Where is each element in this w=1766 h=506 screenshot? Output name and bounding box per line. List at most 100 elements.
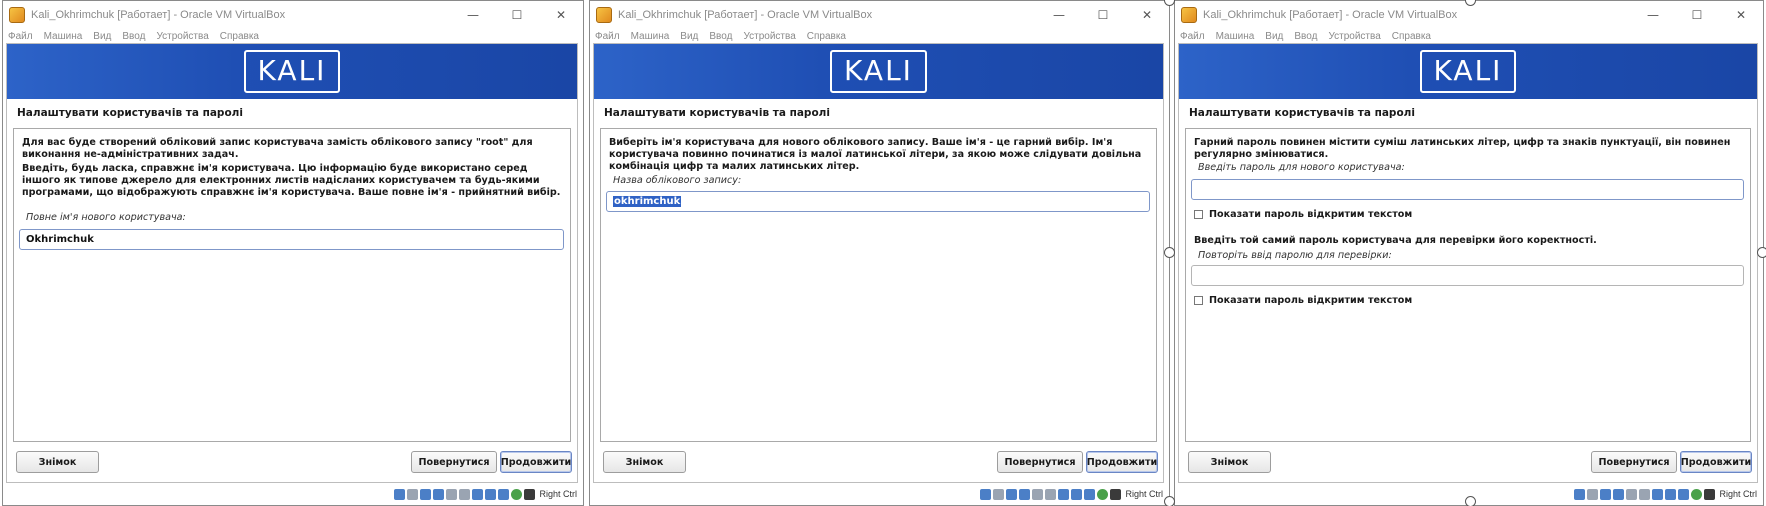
username-selected-text: okhrimchuk — [613, 196, 682, 207]
continue-button[interactable]: Продовжити — [500, 451, 572, 473]
menu-view[interactable]: Вид — [680, 31, 698, 42]
usb-icon[interactable] — [446, 488, 458, 500]
window-title: Kali_Okhrimchuk [Работает] - Oracle VM V… — [31, 9, 286, 21]
shared-folders-icon[interactable] — [459, 488, 471, 500]
hard-disk-icon[interactable] — [394, 488, 406, 500]
display-icon[interactable] — [1058, 488, 1070, 500]
maximize-icon[interactable]: ☐ — [1081, 8, 1125, 22]
guest-additions-icon[interactable] — [1691, 488, 1703, 500]
display-icon[interactable] — [1652, 488, 1664, 500]
back-button[interactable]: Повернутися — [1591, 451, 1677, 473]
hard-disk-icon[interactable] — [1574, 488, 1586, 500]
menu-devices[interactable]: Устройства — [743, 31, 795, 42]
show-password-checkbox-2[interactable]: Показати пароль відкритим текстом — [1194, 295, 1412, 306]
window-titlebar[interactable]: Kali_Okhrimchuk [Работает] - Oracle VM V… — [590, 1, 1169, 29]
mouse-integration-icon[interactable] — [524, 488, 536, 500]
show-password-label-2: Показати пароль відкритим текстом — [1209, 295, 1413, 306]
menu-help[interactable]: Справка — [807, 31, 846, 42]
network-icon[interactable] — [1613, 488, 1625, 500]
maximize-icon[interactable]: ☐ — [495, 8, 539, 22]
screenshot-button[interactable]: Знімок — [603, 451, 686, 473]
continue-button[interactable]: Продовжити — [1086, 451, 1158, 473]
resize-handle[interactable] — [1164, 496, 1175, 506]
mouse-integration-icon[interactable] — [1704, 488, 1716, 500]
username-input[interactable]: okhrimchuk — [606, 191, 1150, 212]
checkbox-icon[interactable] — [1194, 210, 1203, 219]
optical-drive-icon[interactable] — [993, 488, 1005, 500]
menu-help[interactable]: Справка — [1392, 31, 1431, 42]
guest-additions-icon[interactable] — [1097, 488, 1109, 500]
password-input[interactable] — [1191, 179, 1744, 200]
close-icon[interactable]: ✕ — [539, 8, 583, 22]
virtualbox-window-2: Kali_Okhrimchuk [Работает] - Oracle VM V… — [589, 0, 1170, 506]
menu-machine[interactable]: Машина — [1216, 31, 1255, 42]
audio-icon[interactable] — [1006, 488, 1018, 500]
username-description: Виберіть ім'я користувача для нового обл… — [609, 137, 1142, 172]
menu-view[interactable]: Вид — [93, 31, 111, 42]
back-button[interactable]: Повернутися — [411, 451, 497, 473]
checkbox-icon[interactable] — [1194, 296, 1203, 305]
shared-folders-icon[interactable] — [1045, 488, 1057, 500]
password-label: Введіть пароль для нового користувача: — [1198, 162, 1405, 173]
confirm-password-input[interactable] — [1191, 265, 1744, 286]
cpu-icon[interactable] — [1678, 488, 1690, 500]
vm-screen: KALI Налаштувати користувачів та паролі … — [6, 43, 578, 483]
maximize-icon[interactable]: ☐ — [1675, 8, 1719, 22]
optical-drive-icon[interactable] — [1587, 488, 1599, 500]
minimize-icon[interactable]: — — [451, 8, 495, 22]
resize-handle[interactable] — [1164, 247, 1175, 258]
close-icon[interactable]: ✕ — [1125, 8, 1169, 22]
show-password-checkbox-1[interactable]: Показати пароль відкритим текстом — [1194, 209, 1412, 220]
display-icon[interactable] — [472, 488, 484, 500]
window-controls: — ☐ ✕ — [1631, 1, 1763, 29]
status-bar: Right Ctrl — [3, 483, 583, 505]
cpu-icon[interactable] — [498, 488, 510, 500]
menu-input[interactable]: Ввод — [122, 31, 145, 42]
window-controls: — ☐ ✕ — [451, 1, 583, 29]
menu-help[interactable]: Справка — [220, 31, 259, 42]
video-capture-icon[interactable] — [1071, 488, 1083, 500]
network-icon[interactable] — [433, 488, 445, 500]
continue-button[interactable]: Продовжити — [1680, 451, 1752, 473]
video-capture-icon[interactable] — [1665, 488, 1677, 500]
step-title: Налаштувати користувачів та паролі — [17, 107, 243, 119]
audio-icon[interactable] — [1600, 488, 1612, 500]
video-capture-icon[interactable] — [485, 488, 497, 500]
menu-file[interactable]: Файл — [595, 31, 620, 42]
guest-additions-icon[interactable] — [511, 488, 523, 500]
kali-banner: KALI — [1179, 44, 1757, 99]
minimize-icon[interactable]: — — [1631, 8, 1675, 22]
screenshot-button[interactable]: Знімок — [1188, 451, 1271, 473]
shared-folders-icon[interactable] — [1639, 488, 1651, 500]
menu-input[interactable]: Ввод — [709, 31, 732, 42]
close-icon[interactable]: ✕ — [1719, 8, 1763, 22]
window-titlebar[interactable]: Kali_Okhrimchuk [Работает] - Oracle VM V… — [3, 1, 583, 29]
menu-view[interactable]: Вид — [1265, 31, 1283, 42]
menu-machine[interactable]: Машина — [44, 31, 83, 42]
cpu-icon[interactable] — [1084, 488, 1096, 500]
menu-devices[interactable]: Устройства — [1328, 31, 1380, 42]
menu-file[interactable]: Файл — [8, 31, 33, 42]
full-name-input[interactable]: Okhrimchuk — [19, 229, 564, 250]
resize-handle[interactable] — [1757, 247, 1766, 258]
menu-devices[interactable]: Устройства — [156, 31, 208, 42]
step-title: Налаштувати користувачів та паролі — [604, 107, 830, 119]
confirm-password-label: Повторіть ввід паролю для перевірки: — [1198, 250, 1392, 261]
status-bar: Right Ctrl — [590, 483, 1169, 505]
usb-icon[interactable] — [1032, 488, 1044, 500]
back-button[interactable]: Повернутися — [997, 451, 1083, 473]
screenshot-button[interactable]: Знімок — [16, 451, 99, 473]
usb-icon[interactable] — [1626, 488, 1638, 500]
mouse-integration-icon[interactable] — [1110, 488, 1122, 500]
menu-machine[interactable]: Машина — [631, 31, 670, 42]
minimize-icon[interactable]: — — [1037, 8, 1081, 22]
audio-icon[interactable] — [420, 488, 432, 500]
show-password-label-1: Показати пароль відкритим текстом — [1209, 209, 1413, 220]
optical-drive-icon[interactable] — [407, 488, 419, 500]
kali-banner: KALI — [594, 44, 1163, 99]
resize-handle[interactable] — [1465, 496, 1476, 506]
network-icon[interactable] — [1019, 488, 1031, 500]
menu-input[interactable]: Ввод — [1294, 31, 1317, 42]
hard-disk-icon[interactable] — [980, 488, 992, 500]
menu-file[interactable]: Файл — [1180, 31, 1205, 42]
